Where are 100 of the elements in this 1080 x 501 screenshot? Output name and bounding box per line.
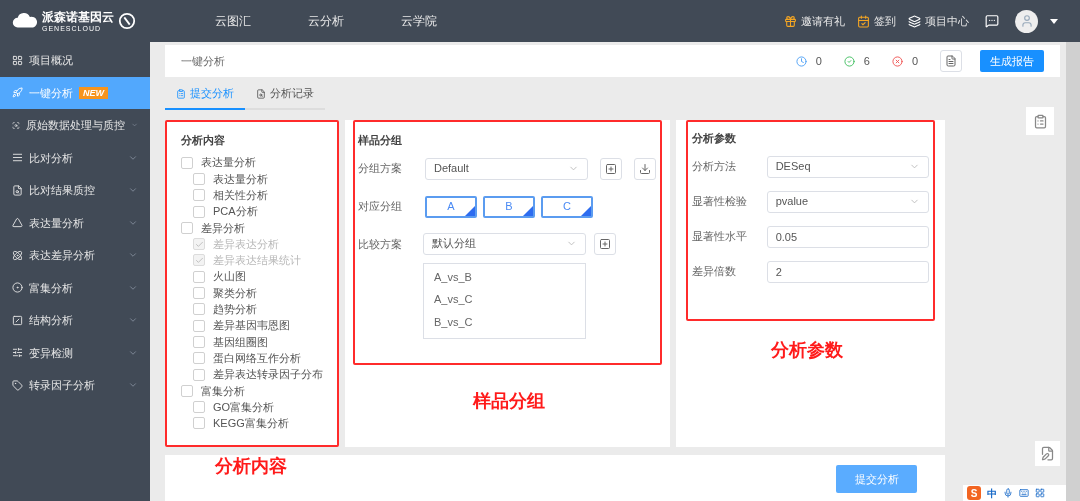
grid-icon — [12, 54, 23, 66]
header-link[interactable]: 签到 — [857, 12, 896, 30]
download-icon — [639, 162, 651, 175]
corner-icon — [581, 205, 591, 216]
checkbox[interactable] — [181, 384, 193, 397]
checkbox[interactable] — [193, 303, 205, 316]
checkbox[interactable] — [193, 417, 205, 430]
checkbox-label: PCA分析 — [213, 204, 258, 220]
download-button[interactable] — [634, 157, 656, 180]
keyboard-icon — [1019, 488, 1029, 498]
nav-link[interactable]: 云学院 — [401, 12, 437, 30]
clipboard-icon — [176, 88, 186, 99]
field-label: 显著性检验 — [692, 194, 748, 210]
sliders-icon — [12, 347, 23, 359]
comparison-item[interactable]: A_vs_C — [434, 291, 575, 308]
input-field[interactable]: 2 — [766, 260, 929, 283]
checkbox-label: 差异基因韦恩图 — [213, 318, 290, 334]
status-count: 0 — [815, 53, 822, 69]
rocket-icon — [12, 87, 23, 99]
add-button[interactable] — [594, 232, 616, 255]
avatar[interactable] — [1015, 9, 1038, 33]
field-label: 差异倍数 — [692, 264, 737, 280]
sidebar-item[interactable]: 变异检测 — [0, 336, 150, 369]
ime-toolbar[interactable]: S 中 — [963, 485, 1066, 501]
tool-card[interactable] — [1026, 107, 1054, 135]
sidebar-item[interactable]: 结构分析 — [0, 304, 150, 337]
header-link[interactable]: 邀请有礼 — [784, 12, 845, 30]
select-field[interactable]: DESeq — [766, 155, 929, 178]
new-badge: NEW — [79, 86, 108, 99]
sidebar-item[interactable]: 比对分析 — [0, 141, 150, 174]
caret-icon[interactable] — [1050, 18, 1058, 24]
checkbox[interactable] — [193, 368, 205, 381]
checkbox-label: 差异表达转录因子分布 — [213, 367, 323, 383]
clock-icon — [795, 55, 807, 67]
sidebar-item[interactable]: 表达差异分析 — [0, 239, 150, 272]
checkbox[interactable] — [193, 189, 205, 202]
scan-icon — [12, 119, 20, 131]
calendar-icon — [857, 14, 870, 28]
checkbox-label: 差异分析 — [201, 220, 245, 236]
annotation-label: 分析参数 — [771, 339, 844, 362]
grid-icon — [1035, 488, 1045, 498]
field-label: 分组方案 — [358, 161, 403, 177]
plus-icon — [605, 162, 617, 175]
nav-link[interactable]: 云分析 — [308, 12, 344, 30]
document-search-icon — [12, 184, 23, 196]
select-field[interactable]: 默认分组 — [423, 232, 586, 255]
group-chip[interactable]: B — [483, 195, 535, 218]
sidebar-item[interactable]: 项目概况 — [0, 44, 150, 77]
checkbox-label: 富集分析 — [201, 383, 245, 399]
document-search-icon — [256, 88, 266, 99]
checkbox[interactable] — [181, 156, 193, 169]
input-field[interactable]: 0.05 — [766, 225, 929, 248]
field-label: 对应分组 — [358, 199, 403, 215]
document-icon — [945, 55, 957, 67]
add-button[interactable] — [600, 157, 622, 180]
sidebar-item[interactable]: 原始数据处理与质控 — [0, 109, 150, 142]
select-field[interactable]: pvalue — [766, 190, 929, 213]
checkbox-label: 差异表达结果统计 — [213, 253, 301, 269]
checkbox-label: 表达量分析 — [201, 155, 256, 171]
comparison-item[interactable]: B_vs_C — [434, 313, 575, 330]
field-label: 分析方法 — [692, 159, 737, 175]
sidebar-item[interactable]: 比对结果质控 — [0, 174, 150, 207]
triangle-icon — [12, 217, 23, 229]
annotation-label: 分析内容 — [215, 455, 287, 478]
checklist-icon — [1032, 113, 1048, 129]
preview-button[interactable] — [940, 50, 962, 72]
panel-title: 分析内容 — [181, 133, 226, 148]
checkbox-label: 蛋白网络互作分析 — [213, 350, 301, 366]
panel-title: 分析参数 — [692, 131, 737, 146]
circle-icon — [12, 282, 23, 294]
check-circle-icon — [843, 55, 855, 67]
lines-icon — [12, 152, 23, 164]
checkbox-label: 趋势分析 — [213, 302, 257, 318]
checkbox[interactable] — [193, 335, 205, 348]
checkbox[interactable] — [181, 221, 193, 234]
sidebar-item[interactable]: 转录因子分析 — [0, 369, 150, 402]
checkbox[interactable] — [193, 401, 205, 414]
header-link[interactable]: 项目中心 — [908, 12, 969, 30]
tool-card[interactable] — [1035, 441, 1060, 466]
nav-link[interactable]: 云图汇 — [215, 12, 251, 30]
sidebar-item[interactable]: 富集分析 — [0, 271, 150, 304]
tab[interactable]: 分析记录 — [245, 79, 325, 110]
cross-circle-icon — [891, 55, 903, 67]
checkbox[interactable] — [193, 172, 205, 185]
group-chip[interactable]: C — [541, 195, 593, 218]
checkbox[interactable] — [193, 352, 205, 365]
breadcrumb: 一键分析 — [181, 53, 225, 69]
checkbox[interactable] — [193, 319, 205, 332]
checkbox[interactable] — [193, 270, 205, 283]
corner-icon — [465, 205, 475, 216]
corner-icon — [523, 205, 533, 216]
gift-icon — [784, 14, 797, 28]
message-icon[interactable] — [985, 14, 999, 28]
select-field[interactable]: Default — [425, 157, 588, 180]
checkbox-label: 火山图 — [213, 269, 246, 285]
comparison-item[interactable]: A_vs_B — [434, 268, 575, 285]
checkbox[interactable] — [193, 205, 205, 218]
square-icon — [12, 314, 23, 326]
checkbox[interactable] — [193, 287, 205, 299]
sidebar-item[interactable]: 表达量分析 — [0, 206, 150, 239]
